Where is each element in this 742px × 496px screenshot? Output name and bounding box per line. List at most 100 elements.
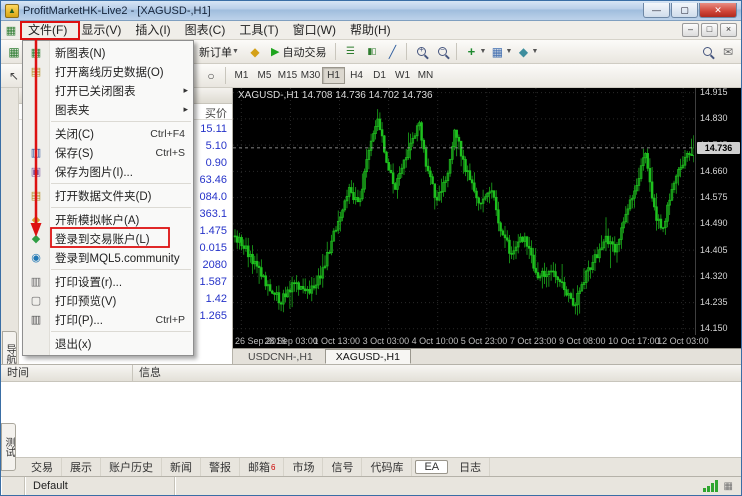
menu-item-label: 登录到交易账户(L) (55, 231, 150, 247)
symbol-ask-price: 15.11 (200, 123, 227, 135)
minimize-button[interactable]: — (643, 3, 670, 18)
menubar-item-1[interactable]: 显示(V) (74, 22, 128, 39)
community-chat-icon[interactable]: ✉ (718, 42, 738, 62)
menubar-item-2[interactable]: 插入(I) (128, 22, 177, 39)
timeframe-H4[interactable]: H4 (345, 67, 368, 84)
chart-tab-1[interactable]: XAGUSD-,H1 (325, 349, 411, 364)
terminal-column-time[interactable]: 时间 (1, 365, 133, 381)
file-menu-item-0[interactable]: ▦新图表(N) (23, 43, 193, 62)
time-axis-label: 5 Oct 23:00 (461, 336, 508, 346)
column-ask[interactable]: 买价 (205, 105, 227, 121)
child-close-button[interactable]: × (720, 23, 737, 37)
terminal-tab-邮箱[interactable]: 邮箱6 (240, 458, 284, 476)
terminal-tab-EA[interactable]: EA (415, 460, 448, 474)
cursor-tool[interactable]: ↖ (4, 66, 24, 86)
terminal-tab-信号[interactable]: 信号 (323, 458, 362, 476)
file-menu-item-6[interactable]: ▥保存(S)Ctrl+S (23, 143, 193, 162)
chart-tab-0[interactable]: USDCNH-,H1 (237, 349, 324, 364)
menubar-item-4[interactable]: 工具(T) (232, 22, 285, 39)
child-minimize-button[interactable]: – (682, 23, 699, 37)
time-axis-label: 28 Sep 03:00 (264, 336, 318, 346)
file-menu-item-12[interactable]: ◆登录到交易账户(L) (23, 229, 193, 248)
terminal-tab-label: 市场 (292, 459, 314, 475)
close-button[interactable]: ✕ (699, 3, 737, 18)
timeframe-M15[interactable]: M15 (276, 67, 299, 84)
file-menu-item-19[interactable]: 退出(x) (23, 334, 193, 353)
terminal-tab-新闻[interactable]: 新闻 (162, 458, 201, 476)
file-menu-item-5[interactable]: 关闭(C)Ctrl+F4 (23, 124, 193, 143)
file-menu-item-2[interactable]: 打开已关闭图表▸ (23, 81, 193, 100)
timeframe-D1[interactable]: D1 (368, 67, 391, 84)
terminal-tab-label: 展示 (70, 459, 92, 475)
symbol-ask-price: 2080 (203, 259, 227, 271)
indicators-caret-icon[interactable]: ▼ (479, 48, 486, 55)
menubar-item-0[interactable]: 文件(F) (21, 22, 74, 39)
terminal-tab-代码库[interactable]: 代码库 (362, 458, 412, 476)
save-picture-icon: ▣ (28, 165, 44, 178)
file-menu-item-11[interactable]: ◆开新模拟帐户(A) (23, 210, 193, 229)
timeframe-M1[interactable]: M1 (230, 67, 253, 84)
terminal-tab-账户历史[interactable]: 账户历史 (101, 458, 162, 476)
zoom-out-button[interactable]: − (432, 42, 452, 62)
title-bar[interactable]: ▲ ProfitMarketHK-Live2 - [XAGUSD-,H1] — … (1, 1, 741, 21)
tester-vertical-tab[interactable]: 测试 (1, 423, 16, 471)
terminal-tab-展示[interactable]: 展示 (62, 458, 101, 476)
periods-caret-icon[interactable]: ▼ (505, 48, 512, 55)
app-icon: ▲ (5, 4, 19, 18)
terminal-tab-市场[interactable]: 市场 (284, 458, 323, 476)
time-axis-label: 10 Oct 17:00 (608, 336, 660, 346)
timeframe-H1[interactable]: H1 (322, 67, 345, 84)
menubar-item-3[interactable]: 图表(C) (178, 22, 233, 39)
timeframe-MN[interactable]: MN (414, 67, 437, 84)
price-axis[interactable]: 14.91514.83014.74514.66014.57514.49014.4… (695, 88, 741, 335)
periods-button[interactable]: ▦ (487, 42, 507, 62)
file-menu-item-17[interactable]: ▥打印(P)...Ctrl+P (23, 310, 193, 329)
autotrading-button[interactable]: ▶ 自动交易 (266, 42, 331, 62)
status-bar: Default ▦ (1, 476, 741, 495)
indicators-button[interactable]: + (461, 42, 481, 62)
line-chart-mode-button[interactable]: ╱ (382, 42, 402, 62)
candlestick-mode-button[interactable]: ▮▯ (361, 42, 381, 62)
file-menu-item-3[interactable]: 图表夹▸ (23, 100, 193, 119)
new-chart-icon: ▦ (28, 46, 44, 59)
terminal-body[interactable] (1, 382, 741, 457)
timeframe-M5[interactable]: M5 (253, 67, 276, 84)
file-menu-item-7[interactable]: ▣保存为图片(I)... (23, 162, 193, 181)
terminal-tab-警报[interactable]: 警报 (201, 458, 240, 476)
zoom-in-button[interactable]: + (411, 42, 431, 62)
file-menu-item-13[interactable]: ◉登录到MQL5.community (23, 248, 193, 267)
price-axis-label: 14.915 (700, 87, 728, 97)
status-profile[interactable]: Default (25, 477, 175, 495)
terminal-column-message[interactable]: 信息 (133, 365, 741, 381)
data-folder-icon: ▤ (28, 189, 44, 202)
file-menu-item-16[interactable]: ▢ 打印预览(V) (23, 291, 193, 310)
shapes-tool[interactable]: ○ (201, 66, 221, 86)
terminal-tab-label: 账户历史 (109, 459, 153, 475)
file-menu-item-15[interactable]: ▥打印设置(r)... (23, 272, 193, 291)
child-restore-button[interactable]: □ (701, 23, 718, 37)
new-chart-button[interactable]: ▦ (4, 42, 24, 62)
menu-item-label: 退出(x) (55, 336, 91, 352)
time-axis[interactable]: 26 Sep 201828 Sep 03:001 Oct 13:003 Oct … (233, 335, 741, 348)
print-preview-icon: ▢ (28, 294, 44, 307)
menu-item-shortcut: Ctrl+S (156, 147, 185, 159)
menu-item-label: 打印预览(V) (55, 293, 116, 309)
symbol-ask-price: 084.0 (199, 191, 227, 203)
bar-chart-mode-button[interactable]: ☰ (340, 42, 360, 62)
maximize-button[interactable]: ▢ (671, 3, 698, 18)
metaeditor-button[interactable]: ◆ (245, 42, 265, 62)
file-menu-item-9[interactable]: ▤打开数据文件夹(D) (23, 186, 193, 205)
templates-caret-icon[interactable]: ▼ (531, 48, 538, 55)
menubar-item-5[interactable]: 窗口(W) (286, 22, 343, 39)
candlestick-chart[interactable]: XAGUSD-,H1 14.708 14.736 14.702 14.736 (233, 88, 695, 335)
unread-badge: 6 (271, 463, 275, 472)
search-icon[interactable] (697, 42, 717, 62)
timeframe-W1[interactable]: W1 (391, 67, 414, 84)
terminal-tab-日志[interactable]: 日志 (451, 458, 490, 476)
templates-button[interactable]: ◆ (513, 42, 533, 62)
file-menu-item-1[interactable]: ▤打开离线历史数据(O) (23, 62, 193, 81)
menubar-item-6[interactable]: 帮助(H) (343, 22, 398, 39)
timeframe-M30[interactable]: M30 (299, 67, 322, 84)
terminal-tab-交易[interactable]: 交易 (23, 458, 62, 476)
menu-item-label: 保存(S) (55, 145, 93, 161)
